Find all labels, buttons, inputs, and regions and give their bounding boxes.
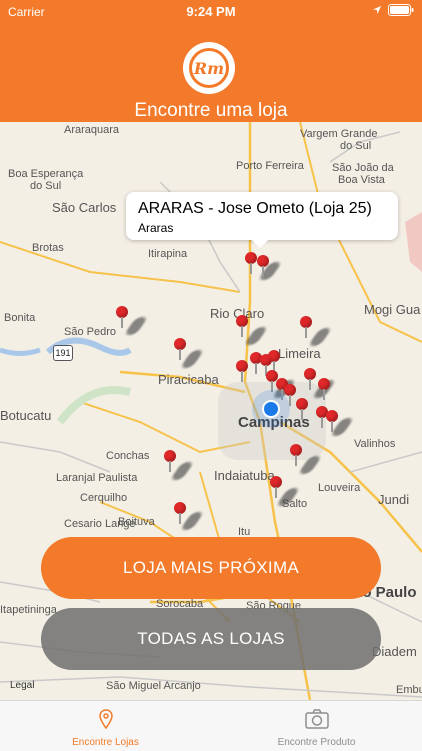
pin-stem <box>275 487 277 498</box>
pin-stem <box>289 395 291 406</box>
city-label: Boa Esperança <box>8 168 84 180</box>
city-label: Bonita <box>4 312 36 324</box>
city-label: do Sul <box>340 140 372 152</box>
city-label: São João da <box>332 162 394 174</box>
pin-stem <box>281 389 283 400</box>
city-label: Porto Ferreira <box>236 160 304 172</box>
pin-stem <box>331 421 333 432</box>
map-legal-link[interactable]: Legal <box>10 680 34 691</box>
store-pin[interactable] <box>164 450 176 472</box>
city-label: Indaiatuba <box>214 468 275 483</box>
store-pin[interactable] <box>174 502 186 524</box>
brand-logo: Rm <box>183 42 235 94</box>
city-label: São Carlos <box>52 200 117 215</box>
pin-stem <box>262 266 264 277</box>
store-pin[interactable] <box>257 255 269 277</box>
tab-find-stores[interactable]: Encontre Lojas <box>0 701 211 751</box>
city-label: Limeira <box>278 346 321 361</box>
tab-label: Encontre Lojas <box>72 737 139 748</box>
location-arrow-icon <box>373 6 381 14</box>
city-label: Mogi Gua <box>364 302 421 317</box>
pin-stem <box>271 381 273 392</box>
store-pin[interactable] <box>284 384 296 406</box>
tab-find-product[interactable]: Encontre Produto <box>211 701 422 751</box>
store-pin[interactable] <box>290 444 302 466</box>
city-label: Botucatu <box>0 408 52 423</box>
store-callout[interactable]: ARARAS - Jose Ometo (Loja 25) Araras <box>126 192 398 248</box>
city-label: Itirapina <box>148 248 188 260</box>
callout-pointer <box>250 238 270 248</box>
city-label: São Pedro <box>64 326 116 338</box>
pin-stem <box>301 409 303 420</box>
city-label: Vargem Grande <box>300 128 378 140</box>
pin-stem <box>169 461 171 472</box>
store-pin[interactable] <box>300 316 312 338</box>
store-pin[interactable] <box>304 368 316 390</box>
pin-stem <box>323 389 325 400</box>
city-label: Valinhos <box>354 438 396 450</box>
store-pin[interactable] <box>174 338 186 360</box>
city-label: Louveira <box>318 482 361 494</box>
callout-title: ARARAS - Jose Ometo (Loja 25) <box>138 200 372 217</box>
brand-logo-mark: Rm <box>189 48 229 88</box>
store-pin[interactable] <box>236 360 248 382</box>
store-pin[interactable] <box>326 410 338 432</box>
store-pin[interactable] <box>236 315 248 337</box>
city-label: Araraquara <box>64 124 120 136</box>
pin-stem <box>179 513 181 524</box>
city-label: Jundi <box>378 492 410 507</box>
status-bar: Carrier 9:24 PM <box>0 0 422 24</box>
pin-stem <box>305 327 307 338</box>
city-label: Itapetininga <box>0 604 57 616</box>
store-pin[interactable] <box>270 476 282 498</box>
city-label: Piracicaba <box>158 372 219 387</box>
store-pin[interactable] <box>318 378 330 400</box>
city-label: Laranjal Paulista <box>56 472 138 484</box>
pin-stem <box>241 326 243 337</box>
callout-subtitle: Araras <box>138 221 174 235</box>
all-stores-button[interactable]: TODAS AS LOJAS <box>41 608 381 670</box>
nearest-store-button[interactable]: LOJA MAIS PRÓXIMA <box>41 537 381 599</box>
status-indicators <box>372 4 414 16</box>
pin-stem <box>250 263 252 274</box>
city-label: do Sul <box>30 180 62 192</box>
pin-stem <box>255 363 257 374</box>
city-label: São Miguel Arcanjo <box>106 680 201 692</box>
pin-stem <box>179 349 181 360</box>
user-location-dot <box>262 400 280 418</box>
city-label: Brotas <box>32 242 64 254</box>
store-pin[interactable] <box>245 252 257 274</box>
status-time: 9:24 PM <box>186 4 236 19</box>
city-label: Boituva <box>118 516 155 528</box>
pin-stem <box>321 417 323 428</box>
tab-bar: Encontre Lojas Encontre Produto <box>0 700 422 751</box>
highway-shield: 191 <box>53 345 73 361</box>
camera-icon <box>304 709 329 729</box>
store-pin[interactable] <box>268 350 280 372</box>
pin-stem <box>309 379 311 390</box>
store-pin[interactable] <box>116 306 128 328</box>
location-pin-icon <box>98 709 113 729</box>
city-label: Boa Vista <box>338 174 385 186</box>
city-label: Conchas <box>106 450 150 462</box>
pin-stem <box>121 317 123 328</box>
store-pin[interactable] <box>296 398 308 420</box>
app-header: Rm Encontre uma loja <box>0 24 422 122</box>
city-label: Cerquilho <box>80 492 128 504</box>
pin-stem <box>295 455 297 466</box>
pin-stem <box>241 371 243 382</box>
page-title: Encontre uma loja <box>134 100 288 121</box>
city-label: Embu <box>396 684 422 696</box>
tab-label: Encontre Produto <box>277 737 356 748</box>
battery-icon <box>388 4 414 16</box>
